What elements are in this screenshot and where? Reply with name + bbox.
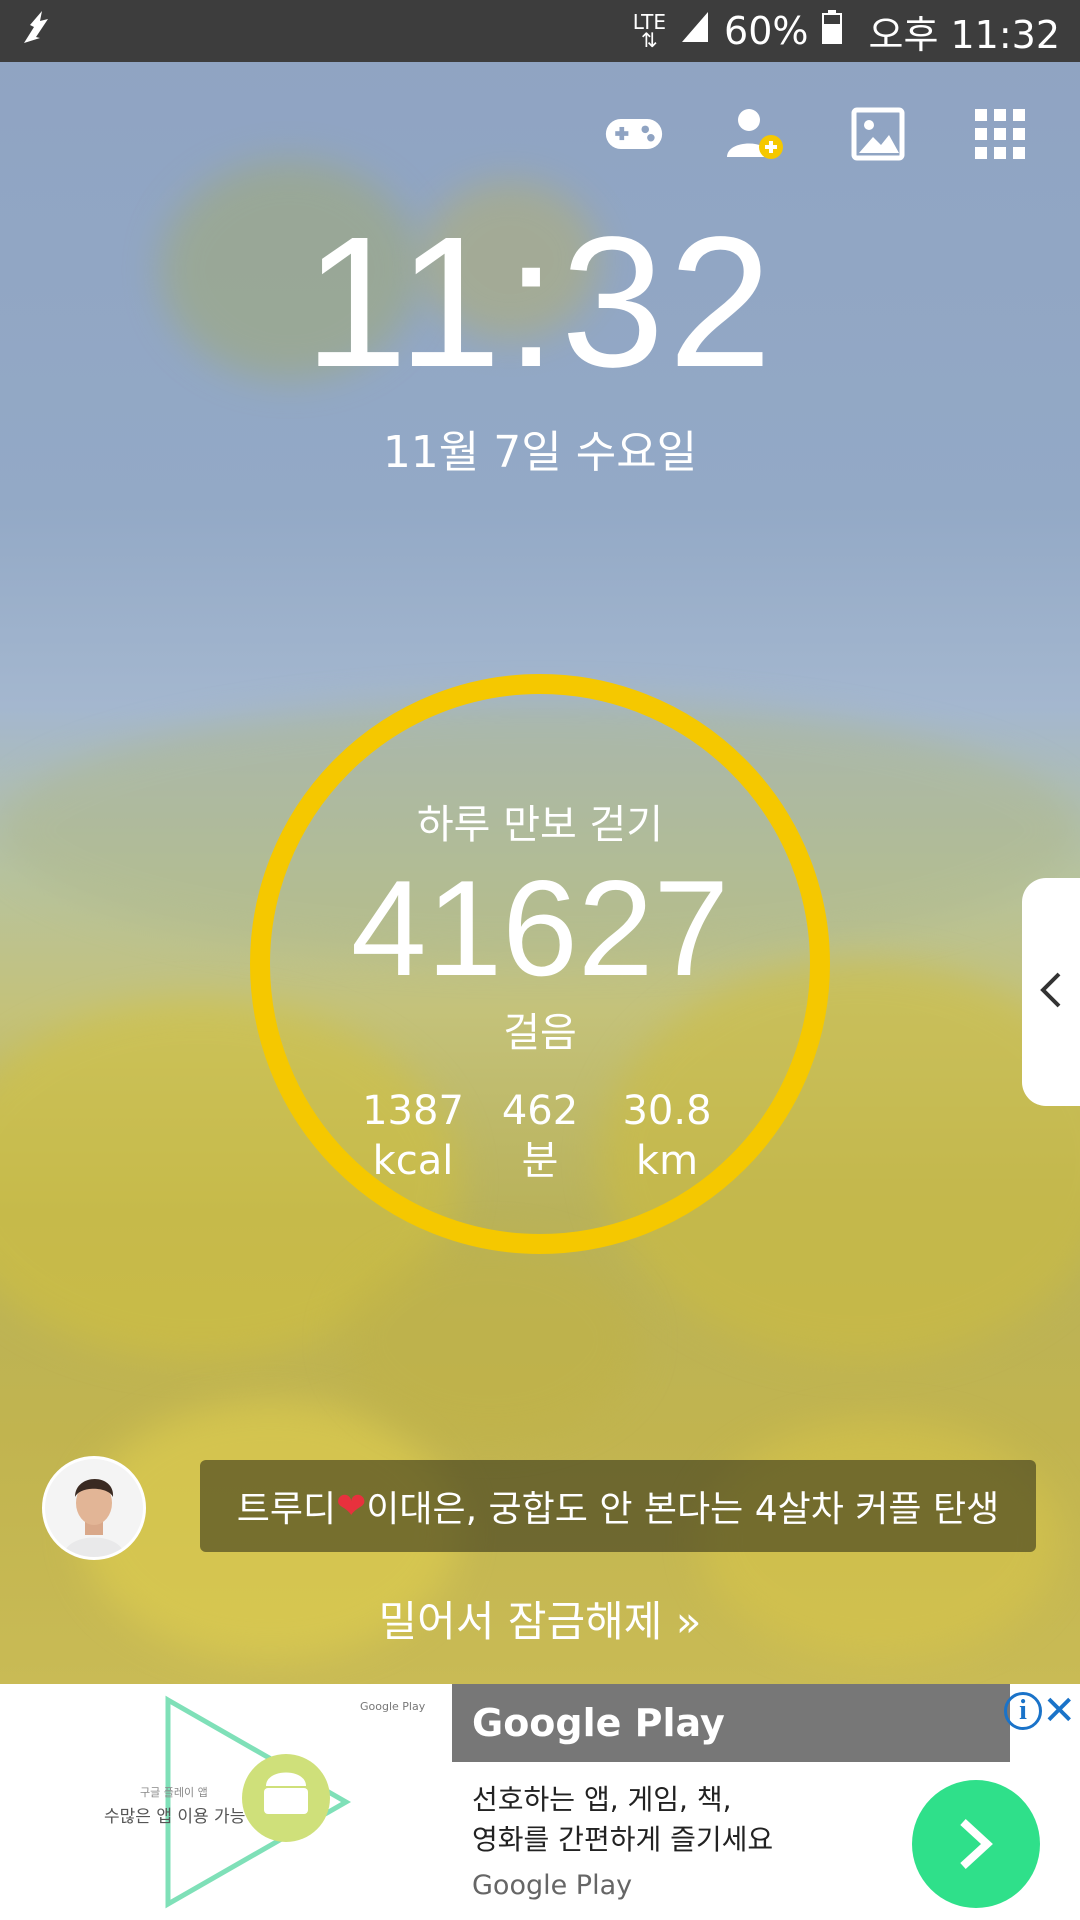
- news-text-end: 이대은, 궁합도 안 본다는 4살차 커플 탄생: [366, 1489, 1000, 1530]
- add-user-icon[interactable]: [726, 104, 786, 164]
- ad-small-text-2: 수많은 앱 이용 가능: [104, 1807, 246, 1827]
- status-bar: LTE ⇅ 60% 오후 11:32: [0, 0, 1080, 62]
- lte-icon: LTE ⇅: [632, 10, 667, 52]
- image-icon[interactable]: [848, 104, 908, 164]
- pedometer-stats: 1387 kcal 462 분 30.8 km: [350, 1086, 730, 1186]
- calories-stat: 1387 kcal: [350, 1086, 476, 1186]
- minutes-unit: 분: [521, 1138, 559, 1184]
- signal-icon: [680, 9, 710, 53]
- battery-percent: 60%: [724, 9, 809, 53]
- heart-icon: ❤: [336, 1485, 367, 1527]
- top-actions: [604, 104, 1030, 164]
- ad-title[interactable]: Google Play: [452, 1684, 1010, 1762]
- status-time: 오후 11:32: [868, 12, 1060, 57]
- news-ticker[interactable]: 트루디 ❤ 이대은, 궁합도 안 본다는 4살차 커플 탄생: [200, 1460, 1036, 1552]
- app-notification-icon: [20, 7, 54, 56]
- google-play-logo: Google Play: [360, 1700, 426, 1713]
- ad-body-line-2: 영화를 간편하게 즐기세요: [472, 1823, 774, 1856]
- distance-stat: 30.8 km: [604, 1086, 730, 1186]
- avatar[interactable]: [42, 1456, 146, 1560]
- minutes-value: 462: [501, 1088, 579, 1134]
- ad-banner[interactable]: Google Play 구글 플레이 앱 수많은 앱 이용 가능 Google …: [0, 1684, 1080, 1920]
- pedometer-title: 하루 만보 걷기: [416, 802, 664, 848]
- step-unit: 걸음: [503, 1010, 577, 1056]
- double-chevron-right-icon: »: [675, 1597, 702, 1646]
- battery-icon: [822, 9, 843, 53]
- network-label: LTE: [632, 10, 667, 34]
- gamepad-icon[interactable]: [604, 104, 664, 164]
- side-drawer-handle[interactable]: [1022, 878, 1080, 1106]
- step-count: 41627: [350, 852, 730, 1004]
- lock-date: 11월 7일 수요일: [382, 427, 698, 478]
- ad-image[interactable]: Google Play 구글 플레이 앱 수많은 앱 이용 가능: [0, 1684, 452, 1920]
- distance-value: 30.8: [622, 1088, 712, 1134]
- unlock-label: 밀어서 잠금해제: [378, 1597, 663, 1646]
- close-icon[interactable]: ✕: [1042, 1688, 1076, 1734]
- ad-description: 선호하는 앱, 게임, 책, 영화를 간편하게 즐기세요: [472, 1780, 773, 1860]
- ad-info-icon[interactable]: i: [1004, 1692, 1042, 1730]
- slide-to-unlock[interactable]: 밀어서 잠금해제 »: [0, 1588, 1080, 1649]
- calories-value: 1387: [362, 1088, 464, 1134]
- ad-go-button[interactable]: [912, 1780, 1040, 1908]
- ad-small-text-1: 구글 플레이 앱: [140, 1786, 208, 1799]
- minutes-stat: 462 분: [477, 1086, 603, 1186]
- distance-unit: km: [635, 1138, 699, 1184]
- news-text-start: 트루디: [236, 1489, 337, 1530]
- chevron-right-icon: [960, 1819, 993, 1869]
- calories-unit: kcal: [372, 1138, 454, 1184]
- ad-body-line-1: 선호하는 앱, 게임, 책,: [472, 1783, 732, 1816]
- lock-clock: 11:32: [304, 199, 776, 406]
- chevron-left-icon: [1039, 970, 1063, 1014]
- apps-grid-icon[interactable]: [970, 104, 1030, 164]
- ad-source: Google Play: [472, 1870, 633, 1901]
